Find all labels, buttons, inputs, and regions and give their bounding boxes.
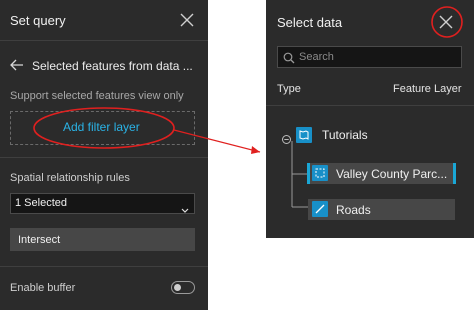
annotation-overlay [33, 6, 463, 154]
highlight-ellipse [33, 107, 175, 149]
annotation-arrow-line [173, 129, 261, 153]
highlight-circle [431, 6, 463, 38]
annotation-arrow-head [251, 146, 260, 154]
